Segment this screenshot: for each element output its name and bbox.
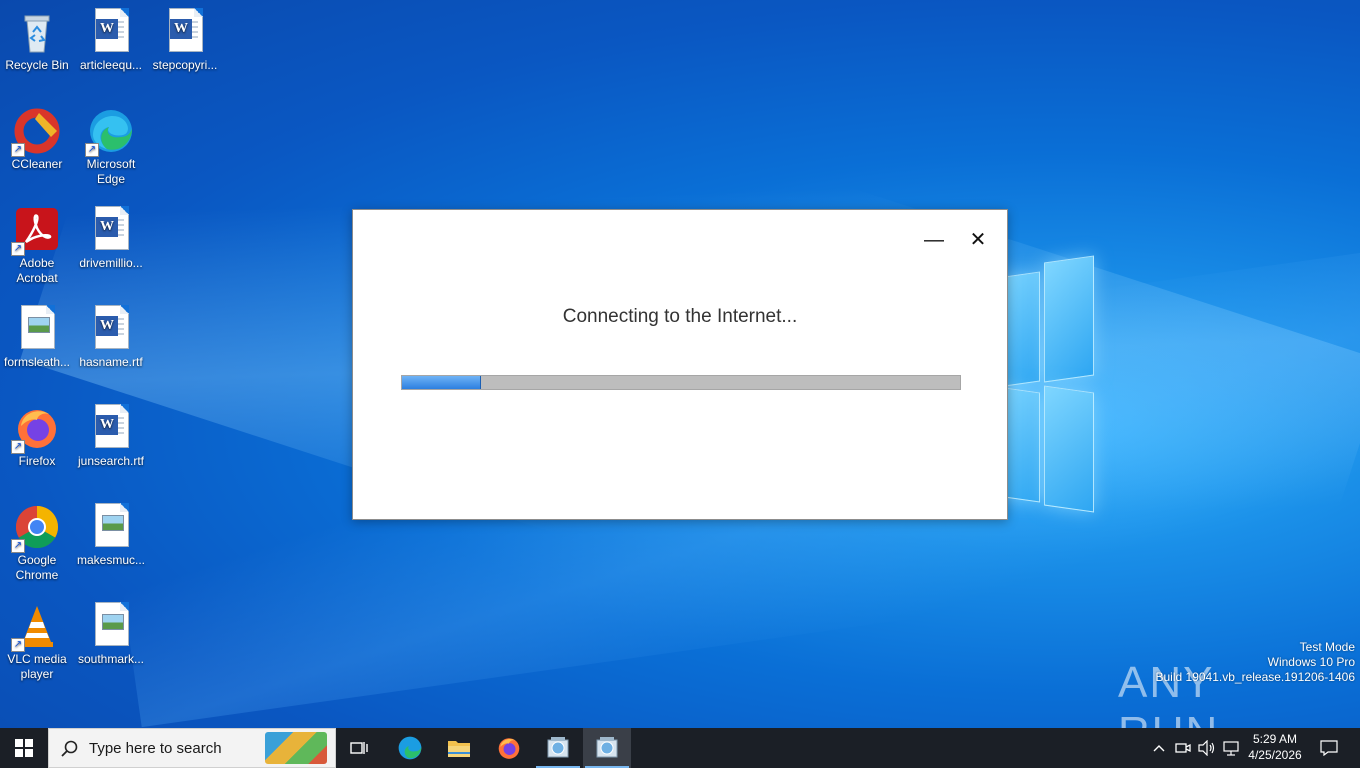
desktop-icon-makesmuc[interactable]: makesmuc... xyxy=(74,497,148,568)
desktop-icon-recycle-bin[interactable]: Recycle Bin xyxy=(0,2,74,73)
taskbar-file-explorer-button[interactable] xyxy=(435,728,483,768)
recycle-bin-icon xyxy=(13,8,61,56)
minimize-button[interactable]: — xyxy=(919,225,949,255)
chevron-up-icon xyxy=(1153,745,1165,752)
windows-start-icon xyxy=(15,739,33,757)
clock-date: 4/25/2026 xyxy=(1248,748,1302,762)
vlc-icon: ↗ xyxy=(11,602,61,652)
task-view-button[interactable] xyxy=(336,728,384,768)
firefox-icon: ↗ xyxy=(11,404,61,454)
camera-icon xyxy=(1175,743,1191,753)
start-button[interactable] xyxy=(0,728,48,768)
notification-icon xyxy=(1320,740,1338,756)
network-button[interactable] xyxy=(1220,728,1242,768)
status-message: Connecting to the Internet... xyxy=(562,306,798,327)
desktop-icon-drivemillio[interactable]: W drivemillio... xyxy=(74,200,148,271)
taskbar: Type here to search 5:29 AM 4/25/2026 xyxy=(0,728,1360,768)
desktop-icon-google-chrome[interactable]: ↗ Google Chrome xyxy=(0,497,74,583)
firefox-icon xyxy=(498,738,520,759)
network-icon xyxy=(1223,741,1239,756)
connecting-dialog: — ✕ Connecting to the Internet... xyxy=(352,209,1008,520)
word-document-icon: W xyxy=(87,305,135,353)
shortcut-arrow-icon: ↗ xyxy=(11,539,25,553)
taskbar-firefox-button[interactable] xyxy=(485,728,533,768)
watermark-line: Windows 10 Pro xyxy=(1267,655,1355,669)
volume-icon xyxy=(1198,740,1215,756)
taskbar-edge-button[interactable] xyxy=(386,728,434,768)
word-document-icon: W xyxy=(87,8,135,56)
ccleaner-icon: ↗ xyxy=(11,107,61,157)
close-button[interactable]: ✕ xyxy=(963,225,993,255)
image-file-icon xyxy=(87,503,135,551)
task-view-icon xyxy=(350,742,368,754)
desktop-icon-hasname[interactable]: W hasname.rtf xyxy=(74,299,148,370)
desktop-icon-formsleath[interactable]: formsleath... xyxy=(0,299,74,370)
word-document-icon: W xyxy=(161,8,209,56)
chrome-icon: ↗ xyxy=(11,503,61,553)
setup-app-icon xyxy=(547,737,569,758)
edge-icon: ↗ xyxy=(85,107,135,157)
windows-watermark: Test Mode Windows 10 Pro Build 19041.vb_… xyxy=(1156,640,1356,685)
watermark-line: Build 19041.vb_release.191206-1406 xyxy=(1155,670,1356,684)
shortcut-arrow-icon: ↗ xyxy=(11,143,25,157)
image-file-icon xyxy=(87,602,135,650)
shortcut-arrow-icon: ↗ xyxy=(11,242,25,256)
shortcut-arrow-icon: ↗ xyxy=(11,638,25,652)
meet-now-button[interactable] xyxy=(1172,728,1194,768)
clock-time: 5:29 AM xyxy=(1252,732,1298,746)
search-highlight-icon xyxy=(265,732,327,764)
notifications-button[interactable] xyxy=(1314,728,1344,768)
search-placeholder: Type here to search xyxy=(89,740,222,757)
desktop-icon-ccleaner[interactable]: ↗ CCleaner xyxy=(0,101,74,172)
show-hidden-icons-button[interactable] xyxy=(1148,728,1170,768)
desktop-icon-junsearch[interactable]: W junsearch.rtf xyxy=(74,398,148,469)
file-explorer-icon xyxy=(448,741,470,757)
watermark-line: Test Mode xyxy=(1299,640,1355,654)
shortcut-arrow-icon: ↗ xyxy=(11,440,25,454)
image-file-icon xyxy=(13,305,61,353)
setup-app-icon xyxy=(596,737,618,758)
adobe-acrobat-icon: ↗ xyxy=(11,206,61,256)
desktop-icon-articleequ[interactable]: W articleequ... xyxy=(74,2,148,73)
desktop-icon-adobe-acrobat[interactable]: ↗ Adobe Acrobat xyxy=(0,200,74,286)
word-document-icon: W xyxy=(87,404,135,452)
clock[interactable]: 5:29 AM 4/25/2026 xyxy=(1240,731,1310,763)
progress-bar xyxy=(401,375,961,390)
search-box[interactable]: Type here to search xyxy=(48,728,336,768)
taskbar-setup-app-button[interactable] xyxy=(534,728,582,768)
desktop-icon-firefox[interactable]: ↗ Firefox xyxy=(0,398,74,469)
desktop-icon-stepcopyri[interactable]: W stepcopyri... xyxy=(148,2,222,73)
word-document-icon: W xyxy=(87,206,135,254)
edge-icon xyxy=(398,736,422,760)
desktop-icon-microsoft-edge[interactable]: ↗ Microsoft Edge xyxy=(74,101,148,187)
taskbar-setup-app-button-active[interactable] xyxy=(583,728,631,768)
search-icon xyxy=(61,740,78,757)
desktop: Recycle Bin ↗ CCleaner ↗ Adobe Acrobat f… xyxy=(0,0,1360,728)
volume-button[interactable] xyxy=(1196,728,1218,768)
progress-fill xyxy=(402,376,482,389)
desktop-icon-southmark[interactable]: southmark... xyxy=(74,596,148,667)
desktop-icon-vlc[interactable]: ↗ VLC media player xyxy=(0,596,74,682)
shortcut-arrow-icon: ↗ xyxy=(85,143,99,157)
